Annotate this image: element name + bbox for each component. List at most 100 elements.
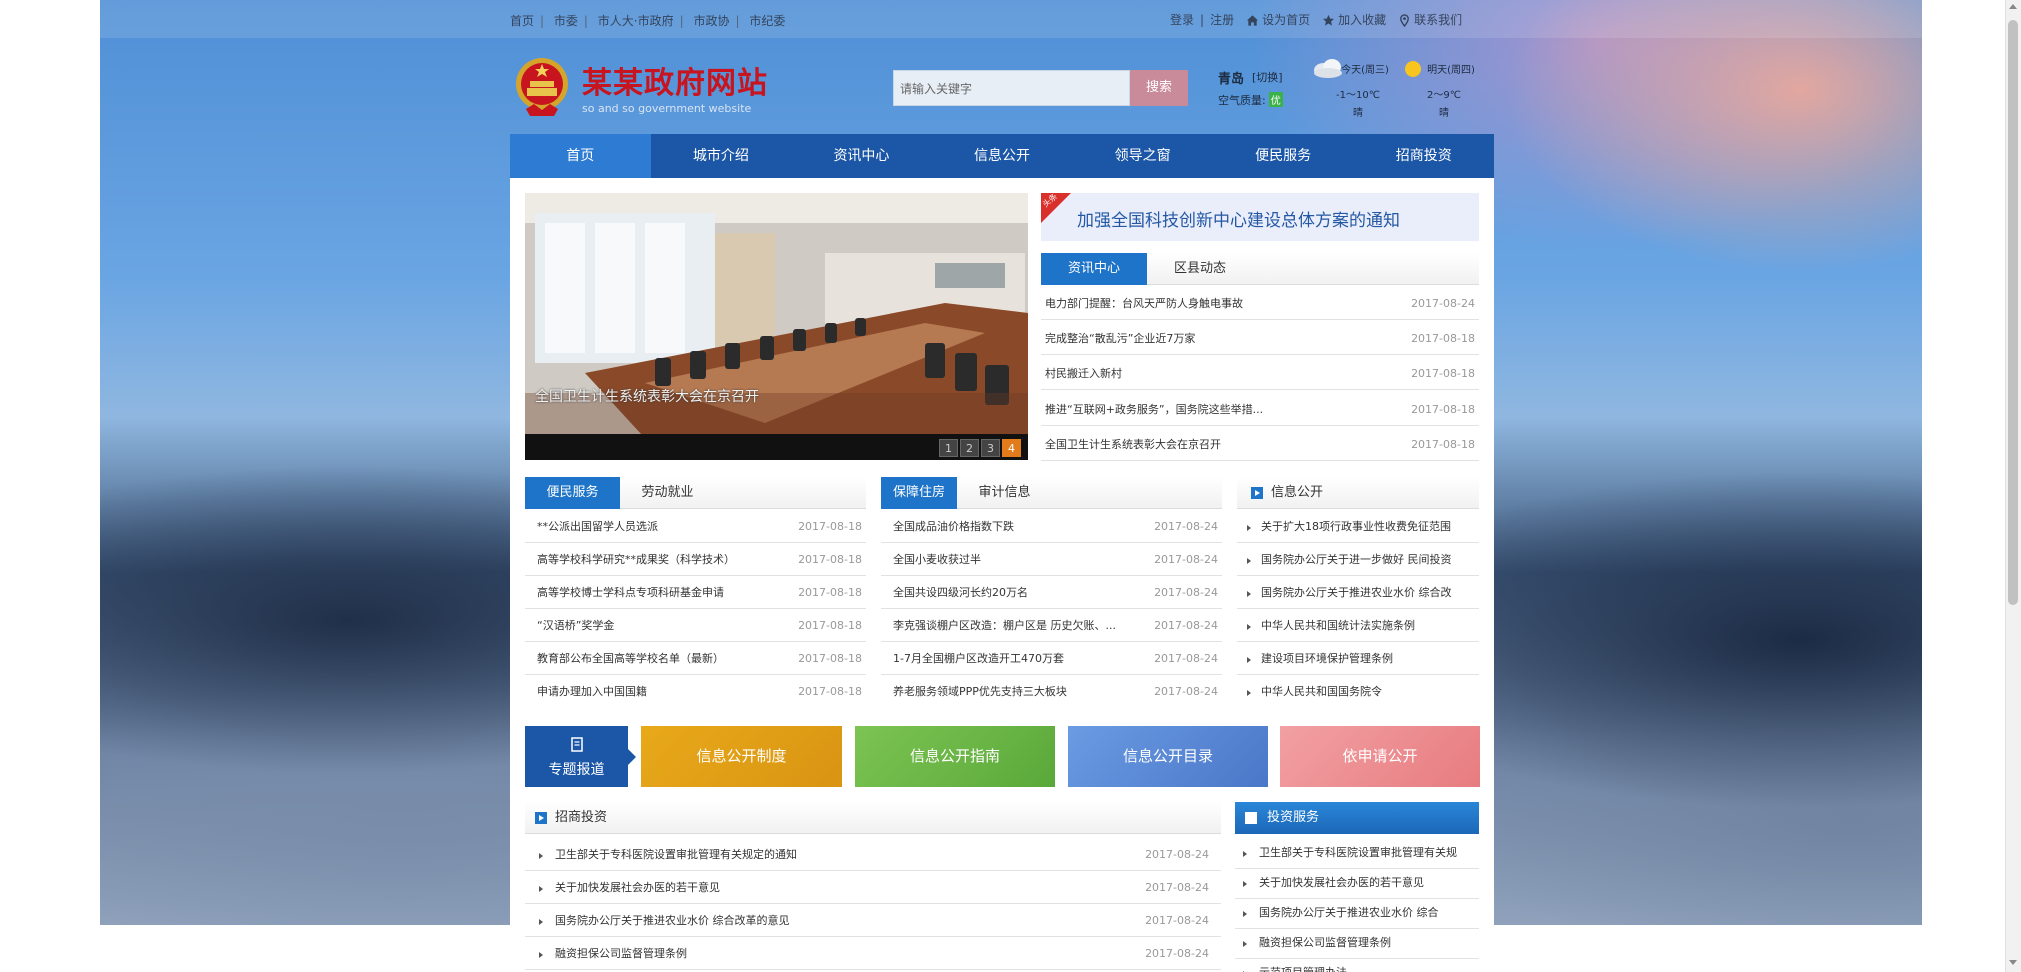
investment-header: 招商投资 (525, 802, 1221, 834)
list-item[interactable]: 高等学校博士学科点专项科研基金申请 2017-08-18 (525, 576, 866, 609)
banner-info-catalog[interactable]: 信息公开目录 (1068, 726, 1268, 787)
nav-home[interactable]: 首页 (510, 134, 651, 178)
list-item[interactable]: 高等学校科学研究**成果奖（科学技术） 2017-08-18 (525, 543, 866, 576)
list-item[interactable]: 李克强谈棚户区改造：棚户区是 历史欠账、... 2017-08-24 (881, 609, 1222, 642)
arrow-icon (1251, 487, 1263, 499)
set-home-link[interactable]: 设为首页 (1246, 11, 1310, 28)
list-item[interactable]: 关于加快发展社会办医的若干意见 (1235, 866, 1479, 899)
tab-district-news[interactable]: 区县动态 (1147, 253, 1253, 285)
slide-page-2[interactable]: 2 (960, 439, 979, 457)
nav-info-open[interactable]: 信息公开 (932, 134, 1073, 178)
list-item[interactable]: 教育部公布全国高等学校名单（最新） 2017-08-18 (525, 642, 866, 675)
info-open-header: 信息公开 (1237, 477, 1479, 509)
list-item[interactable]: 养老服务领域PPP优先支持三大板块 2017-08-24 (881, 675, 1222, 708)
top-bar (100, 0, 1922, 38)
top-link-congress[interactable]: 市人大·市政府 (598, 14, 674, 28)
site-title[interactable]: 某某政府网站 (582, 58, 768, 102)
investment-service-header: 投资服务 (1235, 802, 1479, 834)
slide-page-3[interactable]: 3 (981, 439, 1000, 457)
list-item[interactable]: 融资担保公司监督管理条例 2017-08-24 (525, 937, 1221, 970)
list-item[interactable]: 全国成品油价格指数下跌 2017-08-24 (881, 510, 1222, 543)
list-item[interactable]: 全国共设四级河长约20万名 2017-08-24 (881, 576, 1222, 609)
tab-audit-info[interactable]: 审计信息 (957, 477, 1052, 509)
banner-info-guide[interactable]: 信息公开指南 (855, 726, 1055, 787)
slide-page-1[interactable]: 1 (939, 439, 958, 457)
search-input[interactable]: 请输入关键字 (893, 70, 1130, 106)
scrollbar-thumb[interactable] (2008, 20, 2018, 605)
top-links: 首页 | 市委 | 市人大·市政府 | 市政协 | 市纪委 (510, 14, 786, 28)
contact-link[interactable]: 联系我们 (1398, 11, 1462, 28)
list-item[interactable]: 电力部门提醒：台风天严防人身触电事故 2017-08-24 (1041, 287, 1479, 320)
info-open-title[interactable]: 信息公开 (1271, 477, 1351, 509)
list-item[interactable]: 关于加快发展社会办医的若干意见 2017-08-24 (525, 871, 1221, 904)
top-link-home[interactable]: 首页 (510, 14, 534, 28)
arrow-icon (535, 812, 547, 824)
banner-info-system[interactable]: 信息公开制度 (641, 726, 842, 787)
list-item[interactable]: 国务院办公厅关于推进农业水价 综合改 (1237, 576, 1479, 609)
air-quality-badge: 优 (1268, 92, 1283, 107)
site-subtitle: so and so government website (582, 102, 752, 115)
list-item[interactable]: 国务院办公厅关于推进农业水价 综合改革的意见 2017-08-24 (525, 904, 1221, 937)
special-report-button[interactable]: 专题报道 (525, 726, 628, 787)
list-item[interactable]: 推进“互联网+政务服务”，国务院这些举措... 2017-08-18 (1041, 393, 1479, 426)
slide-page-4[interactable]: 4 (1002, 439, 1021, 457)
list-item[interactable]: 全国小麦收获过半 2017-08-24 (881, 543, 1222, 576)
tab-employment[interactable]: 劳动就业 (620, 477, 715, 509)
nav-services[interactable]: 便民服务 (1213, 134, 1354, 178)
list-item[interactable]: 卫生部关于专科医院设置审批管理有关规定的通知 2017-08-24 (525, 838, 1221, 871)
list-item[interactable]: 国务院办公厅关于推进农业水价 综合 (1235, 896, 1479, 929)
list-item[interactable]: 国务院办公厅关于进一步做好 民间投资 (1237, 543, 1479, 576)
list-item[interactable]: **公派出国留学人员选派 2017-08-18 (525, 510, 866, 543)
list-item[interactable]: 关于扩大18项行政事业性收费免征范围 (1237, 510, 1479, 543)
list-item[interactable]: 1-7月全国棚户区改造开工470万套 2017-08-24 (881, 642, 1222, 675)
nav-news-center[interactable]: 资讯中心 (791, 134, 932, 178)
location-icon (1400, 14, 1410, 27)
list-item[interactable]: 卫生部关于专科医院设置审批管理有关规 (1235, 836, 1479, 869)
login-link[interactable]: 登录 (1170, 11, 1194, 28)
housing-tabs: 保障住房 审计信息 (881, 477, 1222, 509)
list-item[interactable]: 申请办理加入中国国籍 2017-08-18 (525, 675, 866, 708)
slideshow-pager: 1 2 3 4 (939, 439, 1021, 457)
list-item[interactable]: 中华人民共和国统计法实施条例 (1237, 609, 1479, 642)
investment-title[interactable]: 招商投资 (555, 802, 635, 834)
list-item[interactable]: 融资担保公司监督管理条例 (1235, 926, 1479, 959)
tab-news-center[interactable]: 资讯中心 (1041, 253, 1147, 285)
register-link[interactable]: 注册 (1210, 11, 1234, 28)
service-tabs: 便民服务 劳动就业 (525, 477, 866, 509)
banner-apply-open[interactable]: 依申请公开 (1280, 726, 1480, 787)
home-icon (1247, 15, 1259, 26)
list-item[interactable]: “汉语桥”奖学金 2017-08-18 (525, 609, 866, 642)
list-item[interactable]: 村民搬迁入新村 2017-08-18 (1041, 357, 1479, 390)
list-item[interactable]: 示范项目管理办法 (1235, 956, 1479, 972)
tab-convenience-services[interactable]: 便民服务 (525, 477, 620, 509)
top-right-links: 登录 | 注册 设为首页 加入收藏 联系我们 (1170, 11, 1463, 28)
nav-city-intro[interactable]: 城市介绍 (651, 134, 792, 178)
list-item[interactable]: 建设项目环境保护管理条例 (1237, 642, 1479, 675)
arrow-icon (1245, 812, 1257, 824)
document-icon (570, 737, 583, 752)
news-tabs: 资讯中心 区县动态 (1041, 253, 1479, 285)
city-name: 青岛 (1218, 72, 1245, 87)
city-switch-link[interactable]: [切换] (1252, 69, 1283, 85)
nav-leaders[interactable]: 领导之窗 (1072, 134, 1213, 178)
favorite-link[interactable]: 加入收藏 (1322, 11, 1386, 28)
conference-room-photo (525, 193, 1028, 460)
slideshow-image[interactable] (525, 193, 1028, 460)
list-item[interactable]: 完成整治“散乱污”企业近7万家 2017-08-18 (1041, 322, 1479, 355)
air-quality: 空气质量: 优 (1218, 92, 1283, 107)
top-link-discipline[interactable]: 市纪委 (749, 14, 785, 28)
headline-link[interactable]: 加强全国科技创新中心建设总体方案的通知 (1077, 206, 1400, 231)
search-button[interactable]: 搜索 (1130, 70, 1188, 106)
scroll-down-arrow-icon[interactable] (2009, 960, 2017, 965)
list-item[interactable]: 全国卫生计生系统表彰大会在京召开 2017-08-18 (1041, 428, 1479, 461)
scroll-up-arrow-icon[interactable] (2009, 4, 2017, 9)
tab-affordable-housing[interactable]: 保障住房 (881, 477, 957, 509)
list-item[interactable]: 中华人民共和国国务院令 (1237, 675, 1479, 708)
nav-investment[interactable]: 招商投资 (1353, 134, 1494, 178)
top-link-cppcc[interactable]: 市政协 (693, 14, 729, 28)
investment-service-title[interactable]: 投资服务 (1267, 802, 1347, 834)
slideshow-caption[interactable]: 全国卫生计生系统表彰大会在京召开 (535, 386, 759, 406)
weather-tomorrow: 明天(周四) 2～9℃ 晴 (1427, 65, 1475, 119)
special-report-arrow (628, 749, 636, 765)
top-link-party[interactable]: 市委 (554, 14, 578, 28)
